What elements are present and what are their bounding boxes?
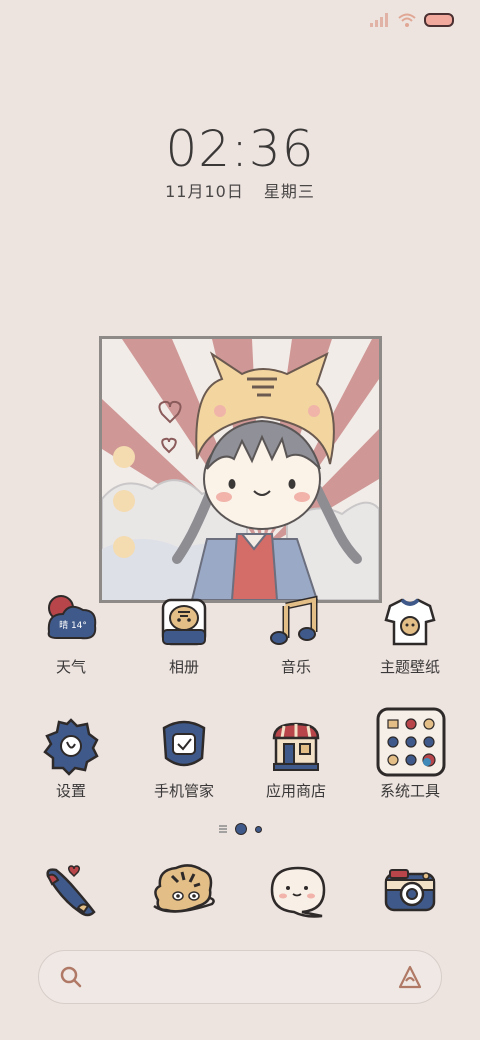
battery-icon	[424, 13, 454, 27]
gallery-icon	[161, 598, 207, 646]
weekday-text: 星期三	[263, 182, 315, 201]
search-icon	[60, 966, 82, 988]
app-weather[interactable]: 晴 14° 天气	[16, 592, 126, 702]
assistant-icon[interactable]	[397, 965, 423, 989]
settings-icon	[43, 718, 99, 776]
store-icon	[272, 722, 320, 771]
app-label: 天气	[55, 658, 86, 676]
menu-lines-icon	[218, 825, 227, 833]
date-text: 11月10日	[165, 182, 244, 201]
theme-icon	[384, 598, 436, 646]
page-dot	[254, 825, 262, 833]
search-bar[interactable]	[38, 950, 442, 1004]
wifi-icon	[398, 13, 416, 27]
app-label: 设置	[55, 782, 86, 800]
app-label: 系统工具	[379, 782, 440, 800]
lockscreen-time: 02:36	[165, 120, 315, 178]
dock-camera[interactable]	[376, 856, 446, 926]
app-security[interactable]: 手机管家	[129, 716, 239, 826]
app-label: 主题壁纸	[379, 658, 440, 676]
page-dot-active	[234, 823, 247, 835]
phone-icon	[46, 865, 96, 917]
app-label: 手机管家	[153, 782, 214, 800]
app-label: 相册	[168, 658, 199, 676]
photo-widget[interactable]	[99, 336, 382, 603]
weather-icon: 晴 14°	[47, 595, 97, 640]
app-theme[interactable]: 主题壁纸	[355, 592, 465, 702]
signal-icon	[370, 13, 388, 27]
dock-chat[interactable]	[264, 856, 334, 926]
status-bar	[370, 10, 454, 30]
camera-icon	[384, 869, 436, 912]
page-indicator[interactable]	[0, 822, 480, 836]
chat-icon	[270, 866, 326, 918]
app-gallery[interactable]: 相册	[129, 592, 239, 702]
app-label: 音乐	[280, 658, 311, 676]
app-music[interactable]: 音乐	[241, 592, 351, 702]
security-icon	[162, 720, 206, 767]
date-line: 11月10日 星期三	[0, 178, 480, 202]
dock-messages[interactable]	[150, 856, 220, 926]
music-icon	[270, 595, 318, 645]
app-settings[interactable]: 设置	[16, 716, 126, 826]
folder-system-tools[interactable]: 系统工具	[355, 707, 465, 826]
app-label: 应用商店	[265, 782, 326, 800]
weather-badge: 晴 14°	[59, 619, 87, 631]
dock-phone[interactable]	[36, 856, 106, 926]
tools-folder-icon	[376, 707, 446, 777]
tiger-girl-illustration	[102, 339, 379, 600]
messages-icon	[153, 864, 215, 913]
app-store[interactable]: 应用商店	[241, 716, 351, 826]
